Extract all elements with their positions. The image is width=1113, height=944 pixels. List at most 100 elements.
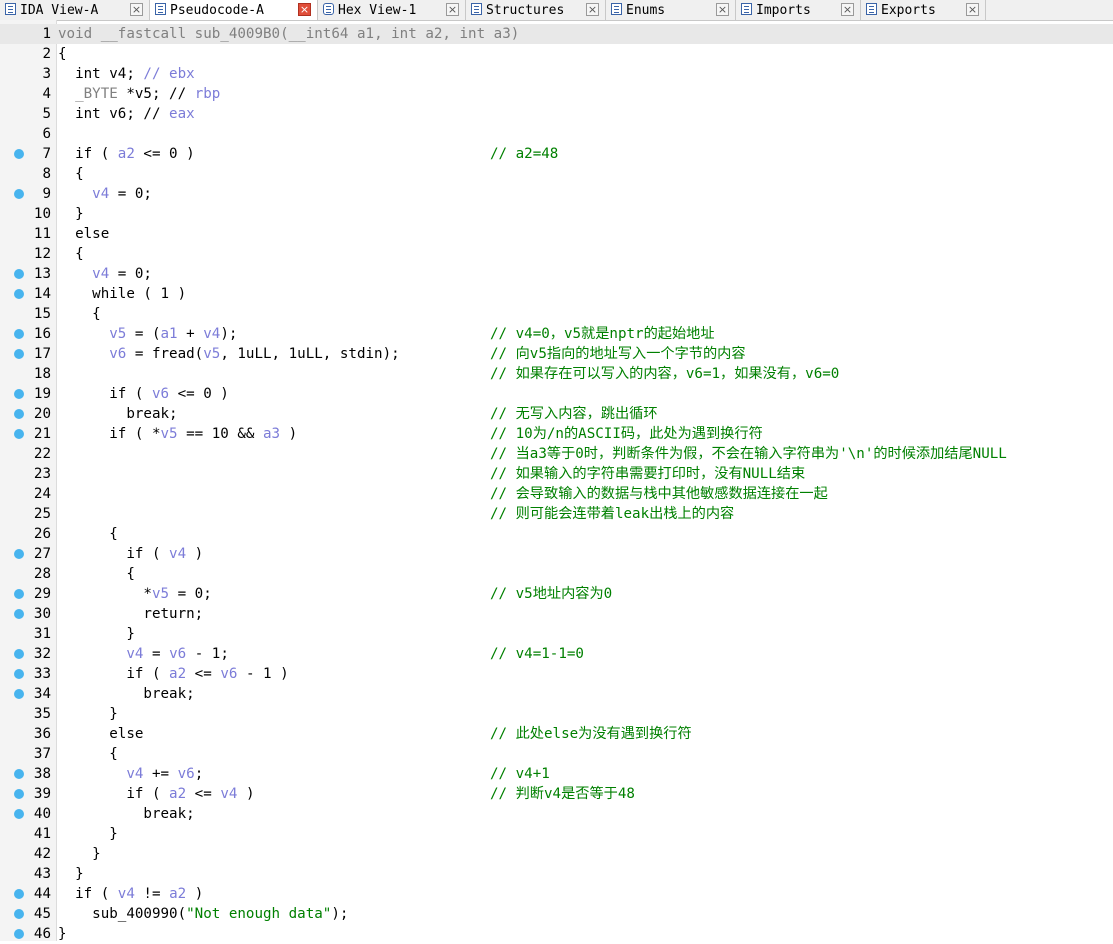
code-line[interactable]: 5 int v6; // eax — [0, 104, 1113, 124]
code-line[interactable]: 41 } — [0, 824, 1113, 844]
code-line[interactable]: 26 { — [0, 524, 1113, 544]
code-token: <= — [186, 786, 221, 802]
code-text: int v6; // eax — [58, 104, 195, 124]
close-icon[interactable]: × — [841, 3, 854, 16]
close-icon[interactable]: × — [586, 3, 599, 16]
code-line[interactable]: 4 _BYTE *v5; // rbp — [0, 84, 1113, 104]
code-line[interactable]: 1 void __fastcall sub_4009B0(__int64 a1, … — [0, 24, 1113, 44]
code-line[interactable]: 15 { — [0, 304, 1113, 324]
code-text: break; — [58, 404, 177, 424]
tab-structures[interactable]: Structures × — [466, 0, 606, 20]
code-line[interactable]: 28 { — [0, 564, 1113, 584]
code-line[interactable]: 2{ — [0, 44, 1113, 64]
code-line[interactable]: 21 if ( *v5 == 10 && a3 ) // 10为/n的ASCII码… — [0, 424, 1113, 444]
close-icon[interactable]: × — [130, 3, 143, 16]
code-text: v4 += v6; — [58, 764, 203, 784]
tab-exports[interactable]: Exports × — [861, 0, 986, 20]
code-token: } — [58, 626, 135, 642]
code-text: v6 = fread(v5, 1uLL, 1uLL, stdin); — [58, 344, 399, 364]
code-token: = ( — [126, 326, 161, 342]
code-line[interactable]: 36 else // 此处else为没有遇到换行符 — [0, 724, 1113, 744]
close-icon[interactable]: × — [446, 3, 459, 16]
tab-label: Imports — [756, 2, 811, 18]
code-line[interactable]: 16 v5 = (a1 + v4); // v4=0，v5就是nptr的起始地址 — [0, 324, 1113, 344]
code-line[interactable]: 44 if ( v4 != a2 ) — [0, 884, 1113, 904]
code-line[interactable]: 39 if ( a2 <= v4 ) // 判断v4是否等于48 — [0, 784, 1113, 804]
line-number: 17 — [33, 346, 51, 362]
code-line[interactable]: 7 if ( a2 <= 0 ) // a2=48 — [0, 144, 1113, 164]
code-token: } — [58, 926, 67, 942]
code-line[interactable]: 31 } — [0, 624, 1113, 644]
tab-enums[interactable]: Enums × — [606, 0, 736, 20]
code-line[interactable]: 9 v4 = 0; — [0, 184, 1113, 204]
tab-imports[interactable]: Imports × — [736, 0, 861, 20]
close-icon[interactable]: × — [716, 3, 729, 16]
variable-token: a3 — [263, 426, 281, 442]
code-line[interactable]: 19 if ( v6 <= 0 ) — [0, 384, 1113, 404]
code-token: = 0; — [109, 186, 152, 202]
code-line[interactable]: 8 { — [0, 164, 1113, 184]
code-token: = 0; — [169, 586, 212, 602]
code-line[interactable]: 33 if ( a2 <= v6 - 1 ) — [0, 664, 1113, 684]
code-line[interactable]: 18 // 如果存在可以写入的内容，v6=1，如果没有，v6=0 — [0, 364, 1113, 384]
code-line[interactable]: 35 } — [0, 704, 1113, 724]
line-number: 12 — [33, 246, 51, 262]
code-line[interactable]: 13 v4 = 0; — [0, 264, 1113, 284]
line-number: 39 — [33, 786, 51, 802]
code-line[interactable]: 30 return; — [0, 604, 1113, 624]
code-line[interactable]: 14 while ( 1 ) — [0, 284, 1113, 304]
code-comment: // a2=48 — [490, 146, 559, 162]
line-number: 11 — [33, 226, 51, 242]
line-number: 20 — [33, 406, 51, 422]
code-text: else — [58, 224, 109, 244]
code-line[interactable]: 46} — [0, 924, 1113, 944]
code-text: *v5 = 0; — [58, 584, 212, 604]
close-icon[interactable]: × — [298, 3, 311, 16]
tab-hex-view-1[interactable]: Hex View-1 × — [318, 0, 466, 20]
pseudocode-view[interactable]: 1 void __fastcall sub_4009B0(__int64 a1, … — [0, 24, 1113, 944]
code-token: { — [58, 166, 84, 182]
code-line[interactable]: 40 break; — [0, 804, 1113, 824]
code-line[interactable]: 38 v4 += v6; // v4+1 — [0, 764, 1113, 784]
variable-token: v6 — [151, 386, 170, 402]
code-line[interactable]: 29 *v5 = 0; // v5地址内容为0 — [0, 584, 1113, 604]
code-line[interactable]: 37 { — [0, 744, 1113, 764]
code-line[interactable]: 34 break; — [0, 684, 1113, 704]
code-token: a2 — [425, 26, 443, 42]
code-token: , int — [442, 26, 494, 42]
code-line[interactable]: 24 // 会导致输入的数据与栈中其他敏感数据连接在一起 — [0, 484, 1113, 504]
line-number: 46 — [33, 926, 51, 942]
code-line[interactable]: 3 int v4; // ebx — [0, 64, 1113, 84]
exports-icon — [866, 3, 877, 15]
code-line[interactable]: 6 — [0, 124, 1113, 144]
variable-token: a2 — [169, 886, 187, 902]
code-token: sub_400990( — [58, 906, 187, 922]
tab-label: Exports — [881, 2, 936, 18]
code-text: while ( 1 ) — [58, 284, 186, 304]
code-text: if ( *v5 == 10 && a3 ) — [58, 424, 297, 444]
code-line[interactable]: 12 { — [0, 244, 1113, 264]
variable-token: v5 — [151, 586, 170, 602]
variable-token: v6 — [109, 346, 127, 362]
structures-icon — [471, 3, 482, 15]
code-line[interactable]: 45 sub_400990("Not enough data"); — [0, 904, 1113, 924]
code-line[interactable]: 17 v6 = fread(v5, 1uLL, 1uLL, stdin); // … — [0, 344, 1113, 364]
code-line[interactable]: 22 // 当a3等于0时，判断条件为假，不会在输入字符串为'\n'的时候添加结尾… — [0, 444, 1113, 464]
close-icon[interactable]: × — [966, 3, 979, 16]
code-line[interactable]: 11 else — [0, 224, 1113, 244]
code-line[interactable]: 20 break; // 无写入内容，跳出循环 — [0, 404, 1113, 424]
code-line[interactable]: 42 } — [0, 844, 1113, 864]
code-line[interactable]: 23 // 如果输入的字符串需要打印时，没有NULL结束 — [0, 464, 1113, 484]
tab-pseudocode-a[interactable]: Pseudocode-A × — [150, 0, 318, 20]
code-line[interactable]: 43 } — [0, 864, 1113, 884]
code-token: = 0; — [109, 266, 152, 282]
code-line[interactable]: 10 } — [0, 204, 1113, 224]
code-line[interactable]: 32 v4 = v6 - 1; // v4=1-1=0 — [0, 644, 1113, 664]
code-token: + — [177, 326, 204, 342]
code-line[interactable]: 27 if ( v4 ) — [0, 544, 1113, 564]
code-line[interactable]: 25 // 则可能会连带着leak出栈上的内容 — [0, 504, 1113, 524]
tab-ida-view-a[interactable]: IDA View-A × — [0, 0, 150, 20]
line-number: 28 — [33, 566, 51, 582]
